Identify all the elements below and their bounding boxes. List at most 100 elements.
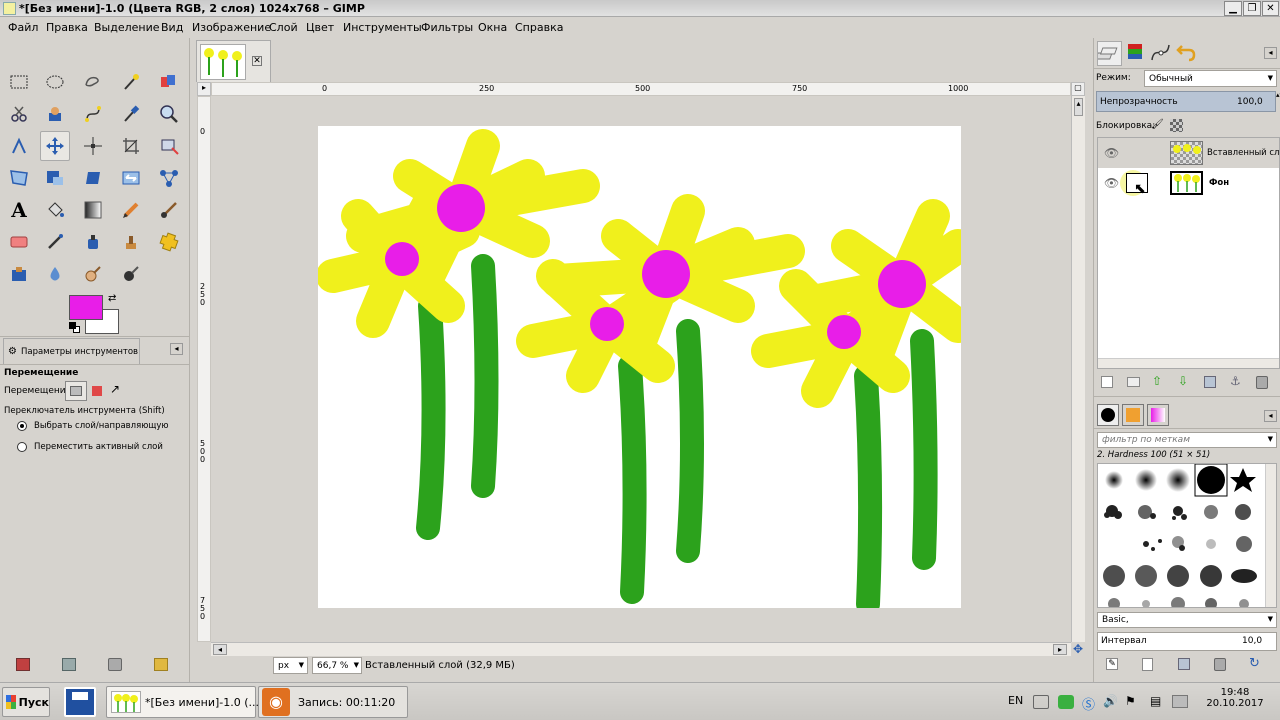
image-tab[interactable]: ✕	[196, 40, 271, 82]
tab-brushes[interactable]	[1097, 404, 1119, 426]
tray-icon-3[interactable]	[1172, 695, 1188, 708]
layer-row[interactable]: 👁 ⬉ Фон	[1098, 168, 1279, 198]
opacity-spin-button[interactable]: ▴▾	[1276, 91, 1280, 112]
radio-move-active-layer[interactable]	[17, 442, 27, 452]
horizontal-scrollbar[interactable]: ◂ ▸	[211, 642, 1071, 656]
close-tab-icon[interactable]: ✕	[252, 56, 262, 66]
menu-tools[interactable]: Инструменты	[343, 21, 422, 34]
menu-filters[interactable]: Фильтры	[421, 21, 473, 34]
free-select-tool[interactable]	[78, 67, 108, 97]
duplicate-brush-icon[interactable]	[1178, 658, 1190, 670]
layer-mode-select[interactable]: Обычный ▼	[1144, 70, 1277, 87]
language-indicator[interactable]: EN	[1008, 694, 1023, 707]
tab-layers[interactable]	[1095, 41, 1122, 66]
anchor-layer-icon[interactable]: ⚓	[1230, 374, 1241, 388]
transform-tool[interactable]	[154, 131, 184, 161]
save-options-icon[interactable]	[16, 658, 30, 671]
ink-tool[interactable]	[78, 227, 108, 257]
flip-tool[interactable]	[116, 163, 146, 193]
tab-undo-history[interactable]	[1175, 41, 1200, 66]
menu-file[interactable]: Файл	[8, 21, 38, 34]
start-button[interactable]: Пуск	[2, 687, 50, 717]
heal-tool[interactable]	[154, 227, 184, 257]
clock[interactable]: 19:48 20.10.2017	[1200, 687, 1270, 709]
foreground-color-swatch[interactable]	[69, 295, 103, 320]
tray-icon-1[interactable]	[1033, 695, 1049, 709]
scissors-select-tool[interactable]	[4, 99, 34, 129]
lock-pixels-icon[interactable]: 🖌	[1151, 119, 1164, 131]
measure-tool[interactable]	[4, 131, 34, 161]
select-by-color-tool[interactable]	[154, 67, 184, 97]
brush-preset-select[interactable]: Basic, ▼	[1097, 612, 1277, 628]
task-gimp[interactable]: *[Без имени]-1.0 (...	[106, 686, 259, 718]
blur-tool[interactable]	[40, 259, 70, 289]
tab-channels[interactable]	[1123, 41, 1148, 66]
save-floppy-icon[interactable]	[64, 687, 96, 717]
swap-colors-icon[interactable]: ⇄	[108, 294, 119, 305]
menu-colors[interactable]: Цвет	[306, 21, 334, 34]
menu-edit[interactable]: Правка	[46, 21, 88, 34]
menu-help[interactable]: Справка	[515, 21, 563, 34]
blend-tool[interactable]	[78, 195, 108, 225]
minimize-button[interactable]: ▁	[1224, 1, 1242, 16]
tab-paths[interactable]	[1149, 41, 1174, 66]
panel-menu-button[interactable]: ◂	[1264, 47, 1277, 59]
menu-select[interactable]: Выделение	[94, 21, 160, 34]
raise-layer-icon[interactable]: ⇧	[1152, 374, 1162, 388]
color-picker-tool[interactable]	[116, 99, 146, 129]
maximize-button[interactable]: ❐	[1243, 1, 1261, 16]
vertical-scrollbar[interactable]: ▴	[1071, 96, 1085, 642]
spacing-slider[interactable]: Интервал 10,0	[1097, 632, 1277, 651]
skype-tray-icon[interactable]: Ⓢ	[1082, 694, 1095, 713]
scale-tool[interactable]	[40, 163, 70, 193]
dodge-burn-tool[interactable]	[116, 259, 146, 289]
cage-transform-tool[interactable]	[154, 163, 184, 193]
duplicate-layer-icon[interactable]	[1204, 376, 1216, 388]
fuzzy-select-tool[interactable]	[116, 67, 146, 97]
close-button[interactable]: ✕	[1262, 1, 1279, 16]
perspective-clone-tool[interactable]	[4, 259, 34, 289]
delete-brush-icon[interactable]	[1214, 658, 1226, 671]
paths-tool[interactable]	[78, 99, 108, 129]
zoom-select[interactable]: 66,7 % ▼	[312, 657, 362, 674]
smudge-tool[interactable]	[78, 259, 108, 289]
menu-image[interactable]: Изображение	[192, 21, 271, 34]
zoom-image-button[interactable]: ▢	[1071, 82, 1085, 96]
clone-tool[interactable]	[116, 227, 146, 257]
radio-pick-layer[interactable]	[17, 421, 27, 431]
delete-options-icon[interactable]	[108, 658, 122, 671]
tab-tool-options[interactable]: ⚙ Параметры инструментов	[3, 338, 140, 364]
airbrush-tool[interactable]	[40, 227, 70, 257]
eye-icon[interactable]: 👁	[1104, 146, 1119, 160]
quick-mask-corner-button[interactable]: ▸	[197, 82, 211, 96]
perspective-tool[interactable]	[4, 163, 34, 193]
move-tool[interactable]	[40, 131, 70, 161]
lock-alpha-icon[interactable]	[1170, 119, 1183, 132]
eraser-tool[interactable]	[4, 227, 34, 257]
tab-gradients[interactable]	[1147, 404, 1169, 426]
shear-tool[interactable]	[78, 163, 108, 193]
layers-horizontal-scrollbar[interactable]	[1098, 358, 1279, 368]
move-layer-mode-button[interactable]	[65, 381, 87, 401]
brushes-scrollbar[interactable]	[1265, 464, 1276, 607]
restore-options-icon[interactable]	[62, 658, 76, 671]
bucket-fill-tool[interactable]	[40, 195, 70, 225]
image-canvas[interactable]	[316, 126, 975, 616]
rect-select-tool[interactable]	[4, 67, 34, 97]
crop-tool[interactable]	[116, 131, 146, 161]
zoom-tool[interactable]	[154, 99, 184, 129]
ellipse-select-tool[interactable]	[40, 67, 70, 97]
new-brush-icon[interactable]	[1142, 658, 1153, 671]
selection-mode-button[interactable]	[92, 386, 102, 396]
new-layer-group-icon[interactable]	[1127, 377, 1140, 387]
tray-icon-2[interactable]	[1058, 695, 1074, 709]
brush-tag-filter-input[interactable]: фильтр по меткам ▼	[1097, 432, 1277, 448]
text-tool[interactable]: A	[4, 195, 34, 225]
reset-options-icon[interactable]	[154, 658, 168, 671]
navigate-icon[interactable]: ✥	[1071, 642, 1085, 656]
default-colors-icon[interactable]	[69, 322, 81, 334]
align-tool[interactable]	[78, 131, 108, 161]
unit-select[interactable]: px ▼	[273, 657, 308, 674]
paintbrush-tool[interactable]	[154, 195, 184, 225]
delete-layer-icon[interactable]	[1256, 376, 1268, 389]
